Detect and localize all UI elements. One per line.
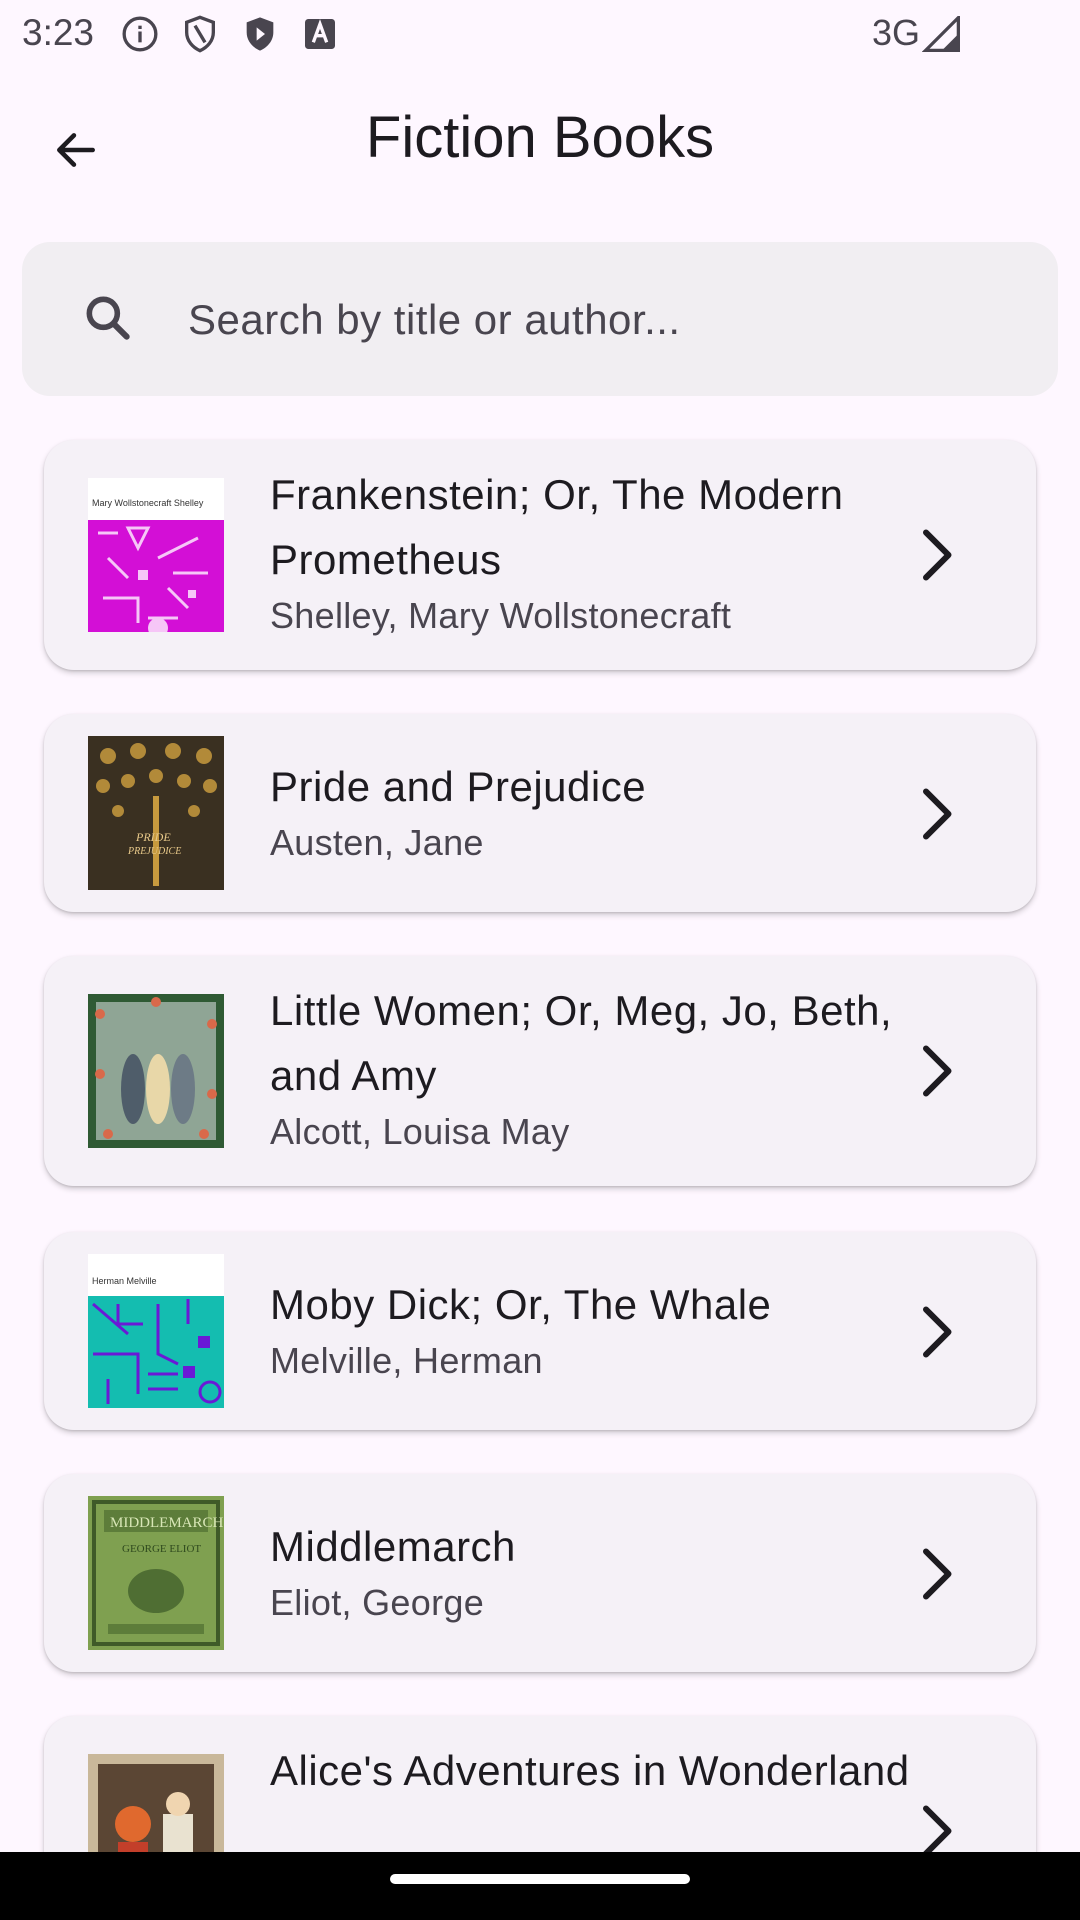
- book-cover: MIDDLEMARCH GEORGE ELIOT: [88, 1496, 224, 1650]
- chevron-right-icon: [906, 1801, 966, 1852]
- book-title: Frankenstein; Or, The Modern Prometheus: [270, 471, 844, 583]
- book-cover: Herman Melville: [88, 1254, 224, 1408]
- chevron-right-icon: [906, 784, 966, 844]
- cover-label: Mary Wollstonecraft Shelley: [92, 498, 204, 508]
- page-title: Fiction Books: [365, 105, 715, 170]
- book-cover: [88, 1754, 224, 1852]
- shield-play-icon: [240, 14, 280, 54]
- system-nav-bar: [0, 1852, 1080, 1920]
- book-card[interactable]: Little Women; Or, Meg, Jo, Beth, and Amy…: [44, 956, 1036, 1186]
- book-title: Little Women; Or, Meg, Jo, Beth, and Amy: [270, 987, 893, 1099]
- book-card[interactable]: Herman Melville Moby Dick; Or, The Whale…: [44, 1232, 1036, 1430]
- shield-outline-icon: [180, 14, 220, 54]
- book-title: Middlemarch: [270, 1523, 516, 1570]
- search-bar[interactable]: [22, 242, 1058, 396]
- book-cover: PRIDE PREJUDICE: [88, 736, 224, 890]
- book-title: Pride and Prejudice: [270, 763, 647, 810]
- info-icon: [120, 14, 160, 54]
- chevron-right-icon: [906, 525, 966, 585]
- search-input[interactable]: [186, 286, 1010, 354]
- app-bar: Fiction Books: [0, 80, 1080, 202]
- book-card[interactable]: PRIDE PREJUDICE Pride and Prejudice Aust…: [44, 714, 1036, 912]
- home-indicator[interactable]: [390, 1874, 690, 1884]
- status-bar: 3:23 3G: [0, 0, 1080, 66]
- book-title: Moby Dick; Or, The Whale: [270, 1281, 772, 1328]
- chevron-right-icon: [906, 1041, 966, 1101]
- book-cover: Mary Wollstonecraft Shelley: [88, 478, 224, 632]
- text-a-icon: [300, 14, 340, 54]
- svg-text:GEORGE ELIOT: GEORGE ELIOT: [122, 1543, 201, 1555]
- status-time: 3:23: [22, 12, 95, 53]
- signal-icon: [921, 13, 962, 57]
- chevron-right-icon: [906, 1302, 966, 1362]
- book-card[interactable]: Alice's Adventures in Wonderland: [44, 1716, 1036, 1852]
- network-type: 3G: [871, 12, 920, 53]
- book-author: Alcott, Louisa May: [270, 1111, 570, 1152]
- book-author: Shelley, Mary Wollstonecraft: [270, 595, 732, 636]
- svg-text:PRIDE: PRIDE: [135, 830, 171, 844]
- book-list: 3:23 3G Fiction Books Search by title or…: [0, 0, 1080, 1852]
- svg-text:PREJUDICE: PREJUDICE: [127, 846, 181, 857]
- book-title: Alice's Adventures in Wonderland: [270, 1747, 910, 1794]
- chevron-right-icon: [906, 1544, 966, 1604]
- book-author: Eliot, George: [270, 1582, 485, 1623]
- search-icon: [80, 290, 136, 351]
- book-author: Austen, Jane: [270, 822, 484, 863]
- book-card[interactable]: Mary Wollstonecraft Shelley Frankenstein…: [44, 440, 1036, 670]
- book-cover: [88, 994, 224, 1148]
- book-author: Melville, Herman: [270, 1340, 543, 1381]
- cover-label: Herman Melville: [92, 1276, 157, 1286]
- book-card[interactable]: MIDDLEMARCH GEORGE ELIOT Middlemarch Eli…: [44, 1474, 1036, 1672]
- svg-text:MIDDLEMARCH: MIDDLEMARCH: [110, 1515, 224, 1531]
